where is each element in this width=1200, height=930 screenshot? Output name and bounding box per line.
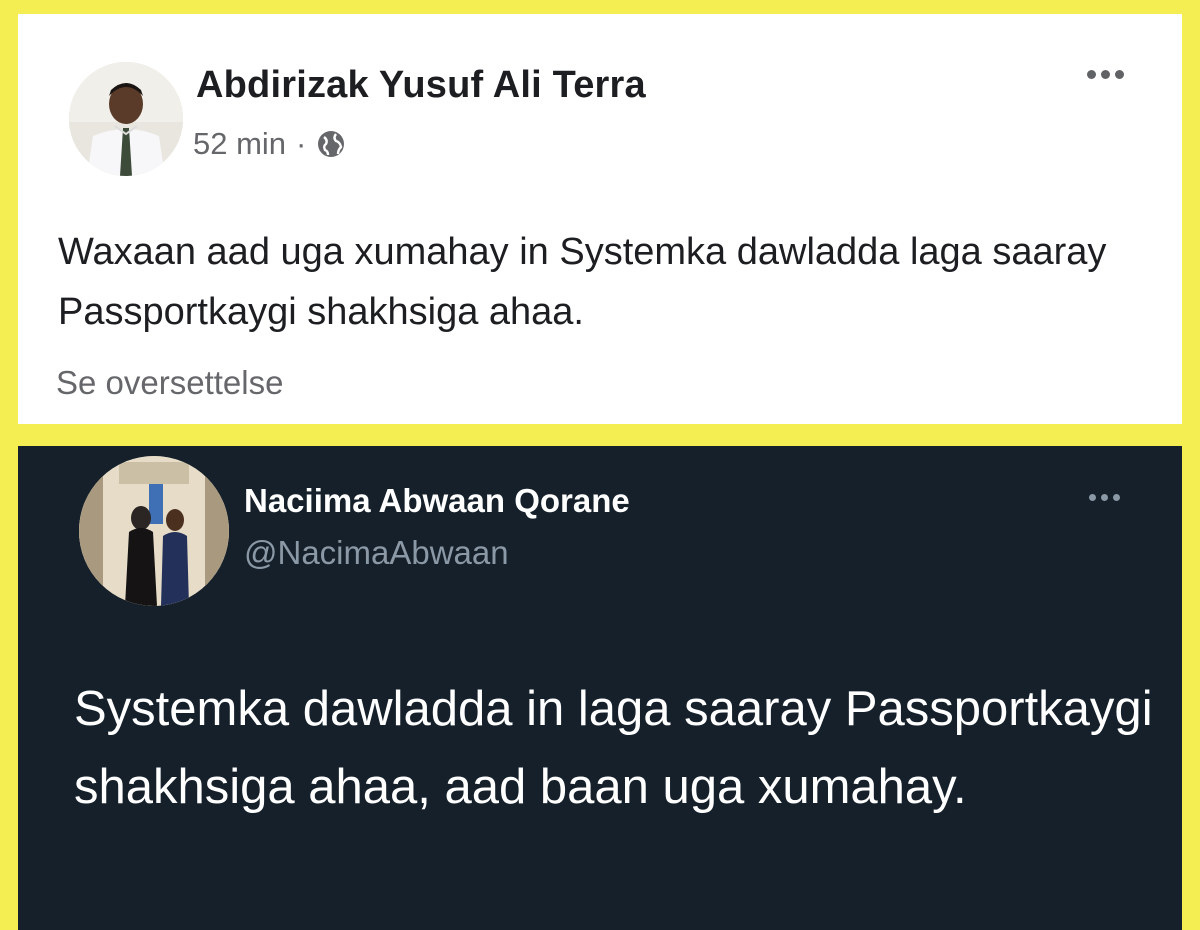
author-avatar[interactable] bbox=[69, 62, 183, 176]
author-name[interactable]: Abdirizak Yusuf Ali Terra bbox=[196, 64, 646, 107]
tweet-author-name[interactable]: Naciima Abwaan Qorane bbox=[244, 482, 630, 520]
meta-separator: · bbox=[296, 126, 307, 161]
post-text: Waxaan aad uga xumahay in Systemka dawla… bbox=[58, 231, 1107, 333]
tweet-author-avatar[interactable] bbox=[79, 456, 229, 606]
more-options-icon[interactable] bbox=[1087, 70, 1124, 79]
see-translation-link[interactable]: Se oversettelse bbox=[56, 364, 283, 402]
tweet-author-handle[interactable]: @NacimaAbwaan bbox=[244, 534, 509, 572]
facebook-post-card: Abdirizak Yusuf Ali Terra 52 min · Waxaa… bbox=[18, 14, 1182, 424]
tweet-text: Systemka dawladda in laga saaray Passpor… bbox=[74, 682, 1153, 814]
more-options-icon[interactable] bbox=[1089, 494, 1120, 501]
tweet-card: Naciima Abwaan Qorane @NacimaAbwaan Syst… bbox=[18, 446, 1182, 930]
post-time[interactable]: 52 min bbox=[193, 126, 286, 162]
post-meta: 52 min · bbox=[193, 126, 346, 162]
globe-icon bbox=[316, 129, 346, 159]
